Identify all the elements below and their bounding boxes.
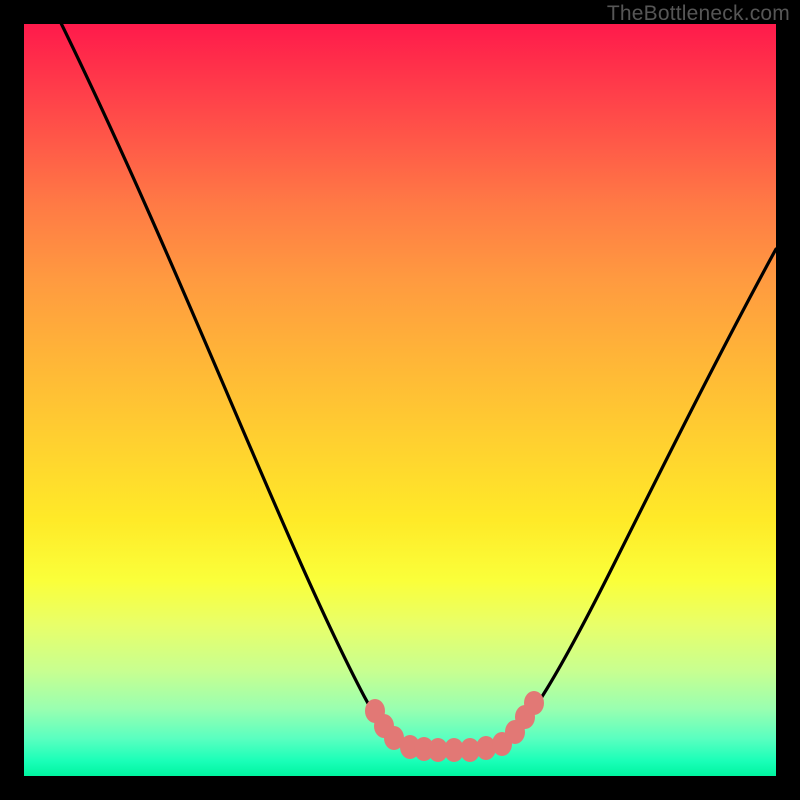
left-curve-path	[59, 24, 409, 749]
curve-group	[59, 24, 776, 749]
watermark-text: TheBottleneck.com	[607, 2, 790, 26]
right-curve-path	[499, 249, 776, 749]
chart-svg	[24, 24, 776, 776]
chart-plot-area	[24, 24, 776, 776]
data-marker	[524, 691, 544, 715]
data-markers-group	[365, 691, 544, 762]
